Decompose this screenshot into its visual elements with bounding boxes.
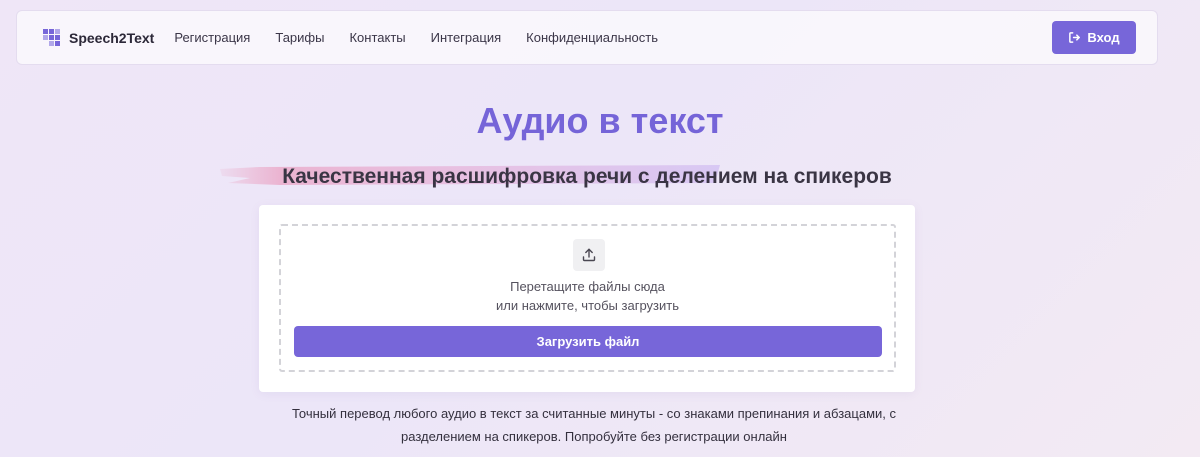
- upload-icon: [573, 239, 605, 271]
- nav-link-pricing[interactable]: Тарифы: [275, 30, 324, 45]
- file-dropzone[interactable]: Перетащите файлы сюда или нажмите, чтобы…: [279, 224, 896, 372]
- brand-logo[interactable]: Speech2Text: [43, 28, 155, 47]
- service-description: Точный перевод любого аудио в текст за с…: [0, 402, 1188, 448]
- nav-link-registration[interactable]: Регистрация: [174, 30, 250, 45]
- upload-file-button[interactable]: Загрузить файл: [294, 326, 882, 357]
- grid-logo-icon: [43, 28, 61, 47]
- top-navbar: Speech2Text Регистрация Тарифы Контакты …: [16, 10, 1158, 65]
- description-line-2: разделением на спикеров. Попробуйте без …: [401, 429, 787, 444]
- login-button[interactable]: Вход: [1052, 21, 1136, 54]
- main-nav: Регистрация Тарифы Контакты Интеграция К…: [174, 30, 683, 45]
- page-title: Аудио в текст: [476, 100, 724, 141]
- brand-name: Speech2Text: [69, 29, 155, 46]
- upload-card: Перетащите файлы сюда или нажмите, чтобы…: [259, 205, 915, 392]
- dropzone-hint-secondary: или нажмите, чтобы загрузить: [496, 298, 679, 313]
- login-icon: [1069, 32, 1081, 43]
- nav-link-integration[interactable]: Интеграция: [431, 30, 502, 45]
- page-subtitle: Качественная расшифровка речи с делением…: [282, 165, 892, 188]
- description-line-1: Точный перевод любого аудио в текст за с…: [291, 406, 896, 421]
- login-label: Вход: [1087, 30, 1120, 45]
- dropzone-hint-primary: Перетащите файлы сюда: [510, 279, 665, 294]
- nav-link-contacts[interactable]: Контакты: [349, 30, 405, 45]
- nav-link-privacy[interactable]: Конфиденциальность: [526, 30, 658, 45]
